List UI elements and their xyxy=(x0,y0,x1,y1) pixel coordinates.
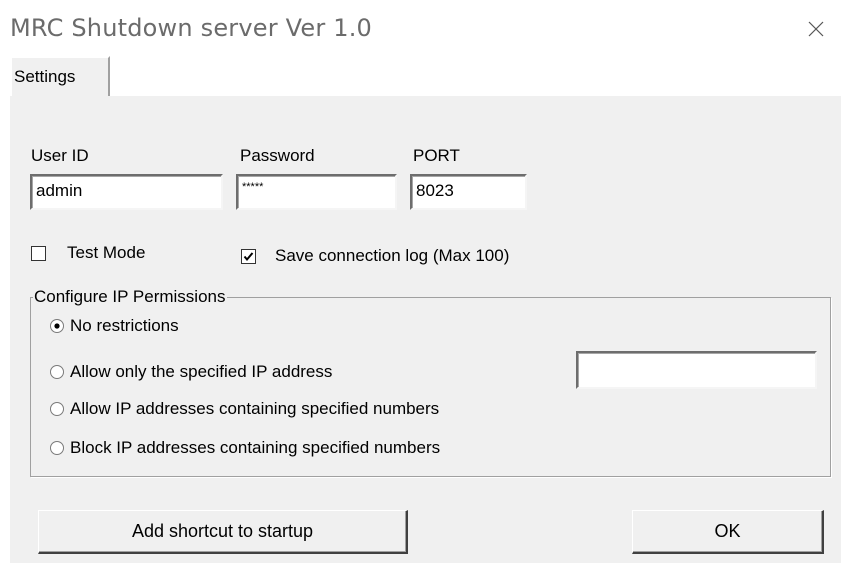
radio-selected-icon[interactable] xyxy=(49,318,65,334)
ip-permissions-title: Configure IP Permissions xyxy=(33,287,227,307)
password-label: Password xyxy=(240,146,315,165)
radio-icon[interactable] xyxy=(49,440,65,456)
port-field[interactable]: 8023 xyxy=(410,174,527,210)
tab-settings[interactable]: Settings xyxy=(10,56,110,96)
add-startup-shortcut-button[interactable]: Add shortcut to startup xyxy=(38,510,408,554)
radio-label: Allow IP addresses containing specified … xyxy=(70,399,440,418)
radio-label: Block IP addresses containing specified … xyxy=(70,438,441,457)
radio-icon[interactable] xyxy=(49,364,65,380)
save-log-label: Save connection log (Max 100) xyxy=(275,246,510,265)
user-id-field[interactable]: admin xyxy=(30,174,223,210)
ok-button[interactable]: OK xyxy=(632,510,824,554)
test-mode-checkbox[interactable] xyxy=(31,246,46,261)
radio-label: No restrictions xyxy=(70,316,179,335)
radio-icon[interactable] xyxy=(49,401,65,417)
password-field[interactable]: ***** xyxy=(236,174,397,210)
test-mode-label: Test Mode xyxy=(67,243,146,262)
port-label: PORT xyxy=(413,146,460,165)
save-log-checkbox[interactable] xyxy=(241,249,256,264)
ip-address-field[interactable] xyxy=(576,351,817,389)
radio-label: Allow only the specified IP address xyxy=(70,362,333,381)
close-icon[interactable] xyxy=(803,16,829,42)
checkmark-icon xyxy=(243,252,254,262)
window-title: MRC Shutdown server Ver 1.0 xyxy=(10,14,373,42)
user-id-label: User ID xyxy=(31,146,89,165)
